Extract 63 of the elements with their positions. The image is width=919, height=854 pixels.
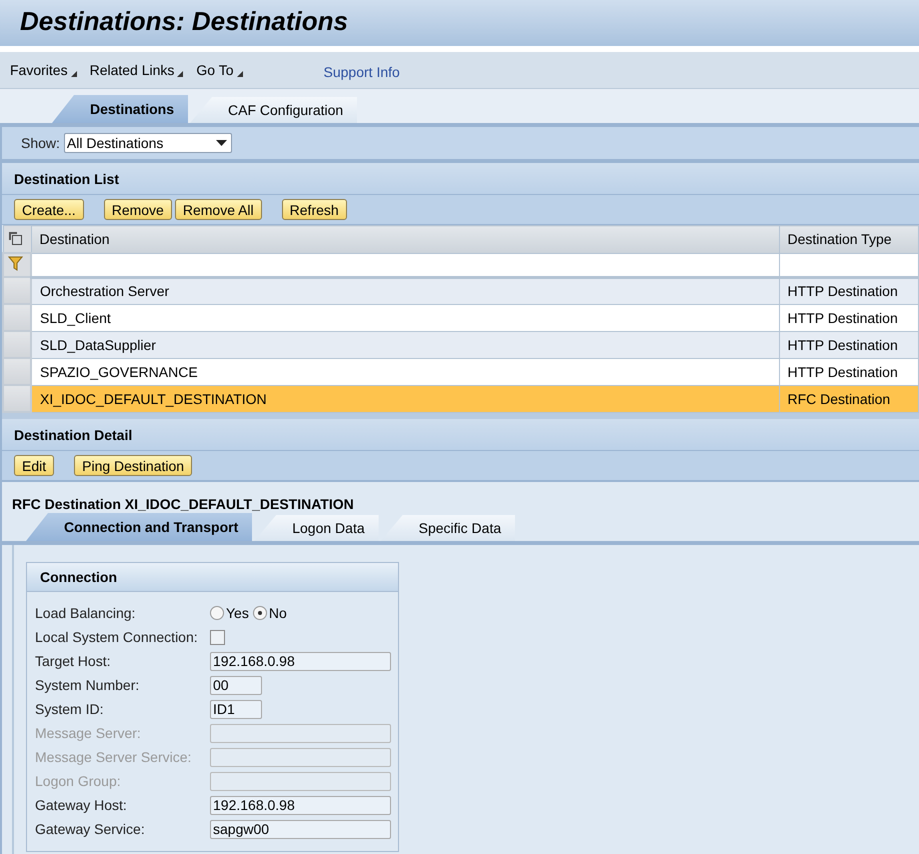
input-field[interactable]: ID1 <box>210 700 262 718</box>
action-button[interactable]: Remove All <box>174 199 262 220</box>
section-title: Destination Detail <box>14 426 132 442</box>
dropdown-arrow-icon <box>177 71 184 77</box>
destination-heading: RFC Destination XI_IDOC_DEFAULT_DESTINATION <box>12 496 354 512</box>
table-cell[interactable]: XI_IDOC_DEFAULT_DESTINATION <box>31 385 779 412</box>
field-label: Logon Group: <box>35 773 122 789</box>
menu-dropdown[interactable]: Related Links <box>90 62 184 78</box>
tab[interactable]: Connection and Transport <box>26 513 252 541</box>
field-label: Gateway Service: <box>35 821 146 837</box>
radio-option[interactable]: No <box>252 605 287 621</box>
table-cell[interactable]: SPAZIO_GOVERNANCE <box>31 358 779 385</box>
dropdown-arrow-icon <box>236 71 243 77</box>
field-label: System ID: <box>35 701 104 717</box>
radio-option[interactable]: Yes <box>210 605 249 621</box>
column-header[interactable]: Destination Type <box>779 226 918 253</box>
dropdown-arrow-icon <box>216 140 227 146</box>
input-field[interactable]: 00 <box>210 676 262 694</box>
action-button[interactable]: Create... <box>14 199 84 220</box>
dropdown-arrow-icon <box>70 71 77 77</box>
section-title: Destination List <box>14 170 120 186</box>
table-cell[interactable]: SLD_DataSupplier <box>31 331 779 358</box>
action-button[interactable]: Edit <box>14 455 54 476</box>
tab[interactable]: Logon Data <box>254 515 379 541</box>
column-settings-icon[interactable] <box>8 230 22 244</box>
field-label: System Number: <box>35 677 140 693</box>
support-link[interactable]: Support Info <box>324 64 400 80</box>
checkbox[interactable] <box>210 630 225 644</box>
input-field[interactable]: 192.168.0.98 <box>210 652 391 670</box>
input-field[interactable]: 192.168.0.98 <box>210 796 391 814</box>
table-cell[interactable]: SLD_Client <box>31 304 779 331</box>
action-button[interactable]: Remove <box>104 199 172 220</box>
action-button[interactable]: Refresh <box>282 199 347 220</box>
show-label: Show: <box>21 135 60 151</box>
input-field[interactable]: sapgw00 <box>210 820 391 838</box>
menu-dropdown[interactable]: Favorites <box>10 62 77 78</box>
row-selector[interactable] <box>3 304 31 331</box>
table-cell[interactable]: Orchestration Server <box>31 277 779 304</box>
field-label: Gateway Host: <box>35 797 128 813</box>
field-label: Load Balancing: <box>35 605 136 621</box>
tab[interactable]: Specific Data <box>380 515 516 541</box>
field-label: Local System Connection: <box>35 629 199 645</box>
row-selector[interactable] <box>3 385 31 412</box>
table-cell[interactable]: HTTP Destination <box>779 331 918 358</box>
page-title: Destinations: Destinations <box>19 5 348 37</box>
filter-icon[interactable] <box>8 256 23 271</box>
row-selector[interactable] <box>3 331 31 358</box>
row-selector[interactable] <box>3 277 31 304</box>
field-label: Message Server: <box>35 725 142 741</box>
field-label: Target Host: <box>35 653 112 669</box>
tab[interactable]: Destinations <box>52 95 188 123</box>
table-cell[interactable]: RFC Destination <box>779 385 918 412</box>
action-button[interactable]: Ping Destination <box>74 455 192 476</box>
table-cell[interactable]: HTTP Destination <box>779 304 918 331</box>
group-title: Connection <box>40 569 117 585</box>
table-cell[interactable]: HTTP Destination <box>779 358 918 385</box>
column-header[interactable]: Destination <box>31 226 779 253</box>
field-label: Message Server Service: <box>35 749 192 765</box>
show-dropdown[interactable]: All Destinations <box>64 133 232 153</box>
menu-dropdown[interactable]: Go To <box>196 62 243 78</box>
tab[interactable]: CAF Configuration <box>190 97 358 123</box>
row-selector[interactable] <box>3 358 31 385</box>
table-cell[interactable]: HTTP Destination <box>779 277 918 304</box>
